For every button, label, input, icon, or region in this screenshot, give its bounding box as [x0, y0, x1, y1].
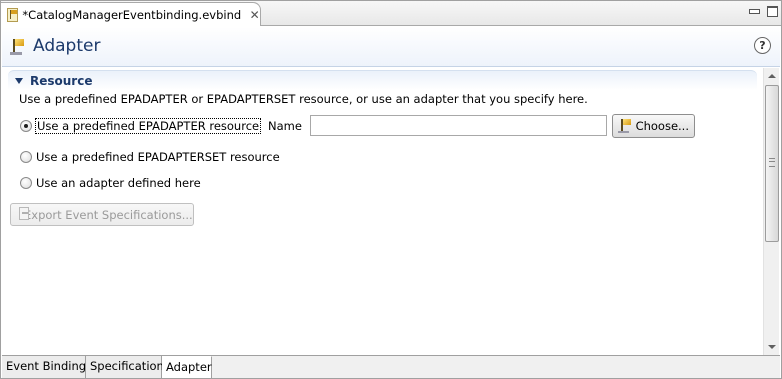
choose-button-label: Choose... [635, 119, 689, 133]
vertical-scrollbar[interactable] [763, 68, 779, 355]
radio-label: Use an adapter defined here [36, 176, 201, 190]
minimize-icon[interactable] [747, 5, 761, 17]
page-tab-bar: Event Binding Specification Adapter [2, 355, 780, 378]
editor-tab-title: *CatalogManagerEventbinding.evbind [22, 7, 242, 22]
radio-button[interactable] [20, 151, 32, 163]
name-label: Name [268, 119, 302, 133]
radio-button[interactable] [20, 177, 32, 189]
scroll-down-icon[interactable] [764, 339, 780, 355]
radio-label: Use a predefined EPADAPTERSET resource [36, 150, 280, 164]
editor-tab[interactable]: *CatalogManagerEventbinding.evbind ✕ [1, 2, 261, 26]
radio-adapter-defined-here[interactable]: Use an adapter defined here [20, 174, 201, 192]
radio-label: Use a predefined EPADAPTER resource [34, 118, 262, 134]
tab-event-binding[interactable]: Event Binding [2, 356, 86, 378]
maximize-icon[interactable] [765, 5, 779, 17]
section-title: Resource [30, 74, 93, 88]
choose-button[interactable]: Choose... [612, 114, 695, 138]
tab-adapter[interactable]: Adapter [162, 356, 212, 378]
close-icon[interactable]: ✕ [249, 9, 260, 21]
twisty-expanded-icon[interactable] [15, 78, 23, 84]
scroll-up-icon[interactable] [764, 68, 780, 84]
resource-section-header[interactable]: Resource [8, 70, 757, 90]
editor-tab-strip: *CatalogManagerEventbinding.evbind ✕ [1, 1, 781, 26]
section-description: Use a predefined EPADAPTER or EPADAPTERS… [19, 92, 588, 106]
radio-epadapterset[interactable]: Use a predefined EPADAPTERSET resource [20, 148, 280, 166]
name-input[interactable] [310, 115, 607, 136]
radio-button-selected[interactable] [20, 120, 32, 132]
adapter-flag-icon [618, 118, 632, 134]
page-title: Adapter [33, 36, 101, 56]
evbind-file-icon [5, 7, 19, 23]
scrollbar-thumb[interactable] [765, 85, 779, 242]
form-content: Resource Use a predefined EPADAPTER or E… [2, 68, 762, 355]
export-event-specifications-button[interactable]: Export Event Specifications... [10, 203, 194, 226]
tab-specification[interactable]: Specification [86, 356, 164, 378]
editor-window: *CatalogManagerEventbinding.evbind ✕ Ada… [0, 0, 782, 379]
radio-epadapter[interactable]: Use a predefined EPADAPTER resource [20, 117, 262, 135]
export-button-label: Export Event Specifications... [24, 207, 193, 222]
adapter-flag-icon [10, 38, 28, 56]
form-header: Adapter ? [2, 27, 780, 67]
help-icon[interactable]: ? [754, 37, 771, 54]
